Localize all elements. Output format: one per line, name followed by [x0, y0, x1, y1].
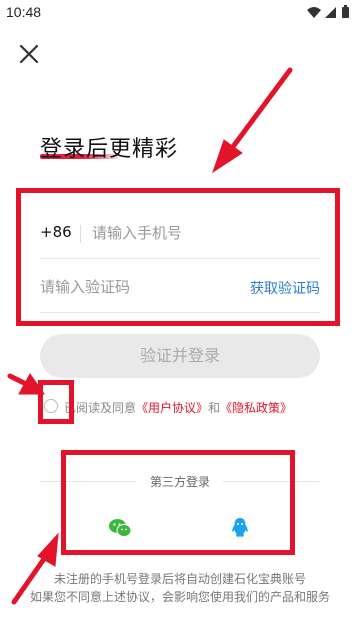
agreement-prefix: 已阅读及同意: [64, 401, 137, 415]
status-icons: [306, 4, 352, 20]
privacy-policy-link[interactable]: 《隐私政策》: [220, 401, 292, 415]
page-title: 登录后更精彩: [40, 137, 179, 162]
agreement-text: 已阅读及同意《用户协议》和《隐私政策》: [64, 399, 292, 416]
login-button[interactable]: 验证并登录: [40, 334, 320, 378]
bottom-note-line1: 未注册的手机号登录后将自动创建石化宝典账号: [53, 572, 306, 586]
close-button[interactable]: [14, 39, 44, 69]
status-bar: 10:48: [0, 0, 360, 24]
agreement-and: 和: [208, 401, 221, 415]
user-agreement-link[interactable]: 《用户协议》: [136, 401, 208, 415]
annotation-frame-third-party: [61, 450, 295, 555]
wifi-signal-battery-icon: [307, 5, 349, 18]
bottom-note-line2: 如果您不同意上述协议，会影响您使用我们的产品和服务: [29, 590, 330, 604]
annotation-frame-checkbox: [38, 380, 74, 424]
close-icon: [19, 44, 39, 64]
annotation-frame-form: [16, 188, 340, 326]
arrow-top-right: [212, 67, 293, 174]
status-time: 10:48: [6, 4, 42, 20]
bottom-note: 未注册的手机号登录后将自动创建石化宝典账号 如果您不同意上述协议，会影响您使用我…: [0, 570, 360, 606]
